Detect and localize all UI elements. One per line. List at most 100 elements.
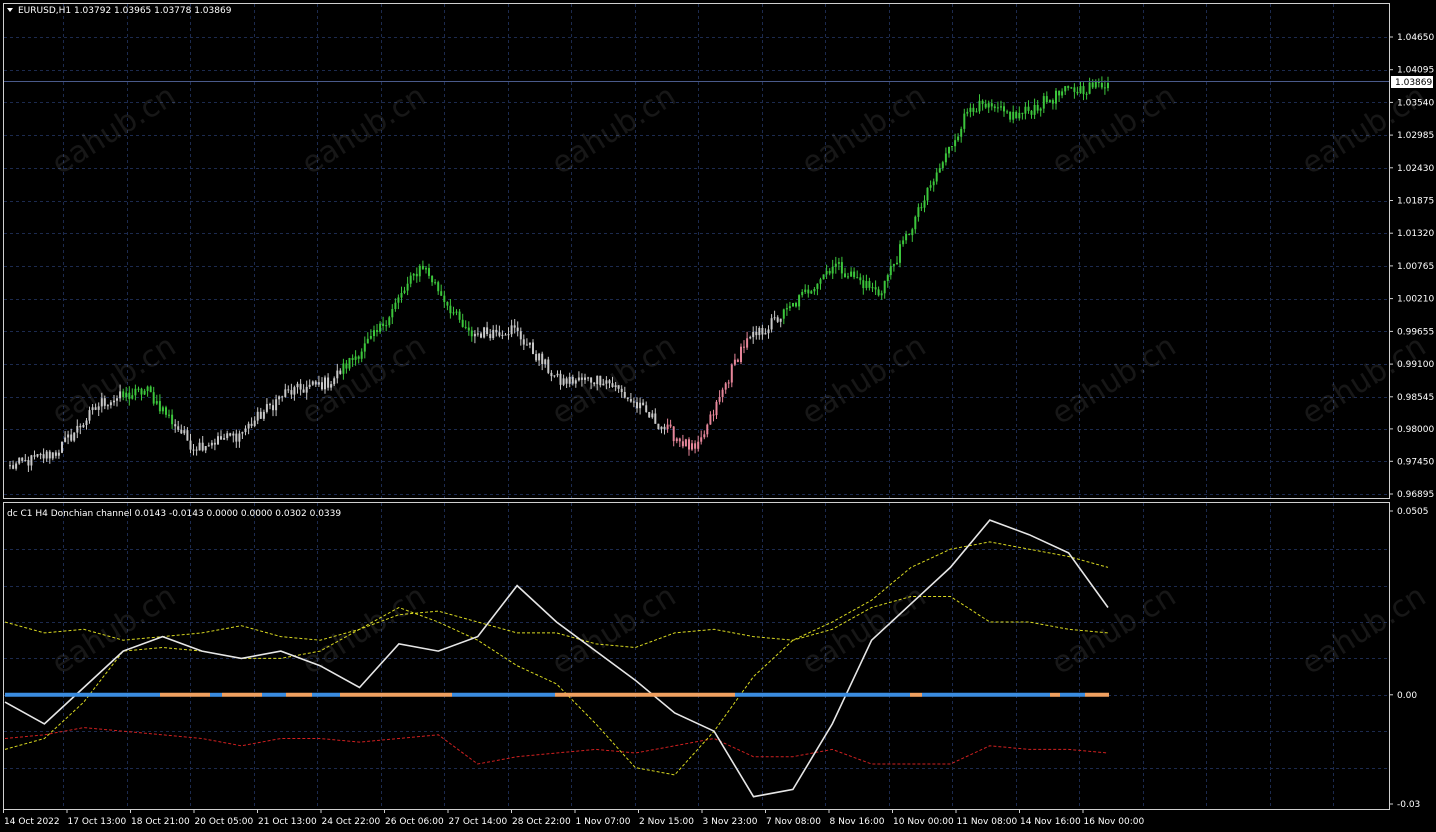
time-label: 14 Oct 2022 [4,817,60,827]
price-candle-body [18,457,21,464]
price-candle-body [281,396,284,398]
price-candle-body [914,216,917,230]
price-candle-body [109,402,112,406]
price-candle-body [57,452,60,456]
time-label: 7 Nov 08:00 [766,817,821,827]
price-candle-body [889,265,892,276]
price-candle-body [1085,93,1088,95]
price-candle-body [605,380,608,384]
price-candle-body [516,327,519,332]
price-label: 0.99655 [1397,327,1434,337]
price-candle-body [810,291,813,294]
price-candle-body [798,295,801,307]
price-candle-body [1051,100,1054,104]
time-label: 27 Oct 14:00 [449,817,508,827]
price-candle-body [932,181,935,186]
price-candle-body [987,103,990,108]
price-candle-body [24,460,27,461]
price-candle-body [397,297,400,303]
price-candle-body [324,377,326,390]
price-candle-body [67,434,70,438]
price-candle-body [299,383,302,390]
time-label: 18 Oct 21:00 [131,817,190,827]
price-candle-body [1079,86,1082,94]
price-candle-body [651,413,654,418]
price-candle-body [969,107,972,112]
price-candle-body [938,168,941,173]
price-candle-body [565,378,568,384]
price-candle-body [718,397,721,402]
price-candle-body [284,389,287,397]
price-candle-body [920,207,923,209]
price-candle-body [804,289,807,292]
price-candle-body [287,389,290,391]
price-candle-body [709,414,712,425]
price-candle-body [1061,91,1064,96]
price-candle-body [1030,110,1033,115]
price-candle-body [425,268,427,270]
price-candle-body [844,273,846,278]
indicator-scale-label: 0.00 [1397,691,1417,701]
price-candle-body [966,111,969,114]
price-candle-body [519,331,522,340]
price-candle-body [418,265,421,277]
price-candle-body [819,279,822,284]
price-candle-body [553,375,556,377]
price-candle-body [113,400,115,403]
price-candle-body [339,370,342,374]
price-candle-body [675,438,678,442]
price-label: 1.02985 [1397,131,1434,141]
price-candle-body [736,359,739,362]
price-candle-body [923,200,926,208]
price-candle-body [996,107,999,109]
price-candle-body [440,291,443,296]
price-candle-body [1003,106,1005,112]
time-label: 3 Nov 23:00 [703,817,758,827]
price-candle-body [587,377,590,379]
price-candle-body [541,353,544,365]
price-candle-body [201,442,204,451]
price-candle-body [877,289,880,296]
price-candle-body [1103,87,1106,89]
price-candle-body [443,295,446,302]
price-candle-body [752,331,755,338]
price-candle-body [535,354,538,361]
price-candle-body [269,404,271,406]
price-candle-body [180,429,183,434]
price-candle-body [406,283,409,291]
price-candle-body [501,334,504,336]
price-candle-body [449,305,452,314]
price-candle-body [345,363,348,369]
price-candle-body [235,433,238,442]
price-candle-body [128,392,131,399]
price-candle-body [431,275,434,283]
price-candle-body [1009,111,1012,120]
price-candle-body [636,402,638,409]
price-candle-body [483,327,486,338]
price-candle-body [351,358,354,360]
price-candle-body [681,441,684,447]
trading-chart[interactable]: eahub.cn eahub.cn eahub.cn eahub.cn eahub.cn… [0,0,1436,832]
time-label: 24 Oct 22:00 [322,817,381,827]
price-candle-body [654,413,657,424]
price-candle-body [1006,111,1009,113]
price-candle-body [755,331,758,336]
price-candle-body [183,430,186,434]
price-candle-body [758,328,761,336]
price-candle-body [486,327,489,334]
price-candle-body [33,455,36,457]
price-candle-body [822,274,825,280]
price-candle-body [504,334,507,336]
price-candle-body [951,146,953,148]
price-candle-body [645,405,648,412]
price-candle-body [547,359,550,373]
price-candle-body [278,396,281,400]
price-candle-body [143,390,146,395]
price-candle-body [174,424,177,427]
price-candle-body [186,430,189,441]
price-candle-body [161,407,164,412]
price-candle-body [473,333,476,337]
time-label: 2 Nov 15:00 [639,817,694,827]
price-candle-body [421,265,424,270]
price-candle-body [476,333,479,335]
